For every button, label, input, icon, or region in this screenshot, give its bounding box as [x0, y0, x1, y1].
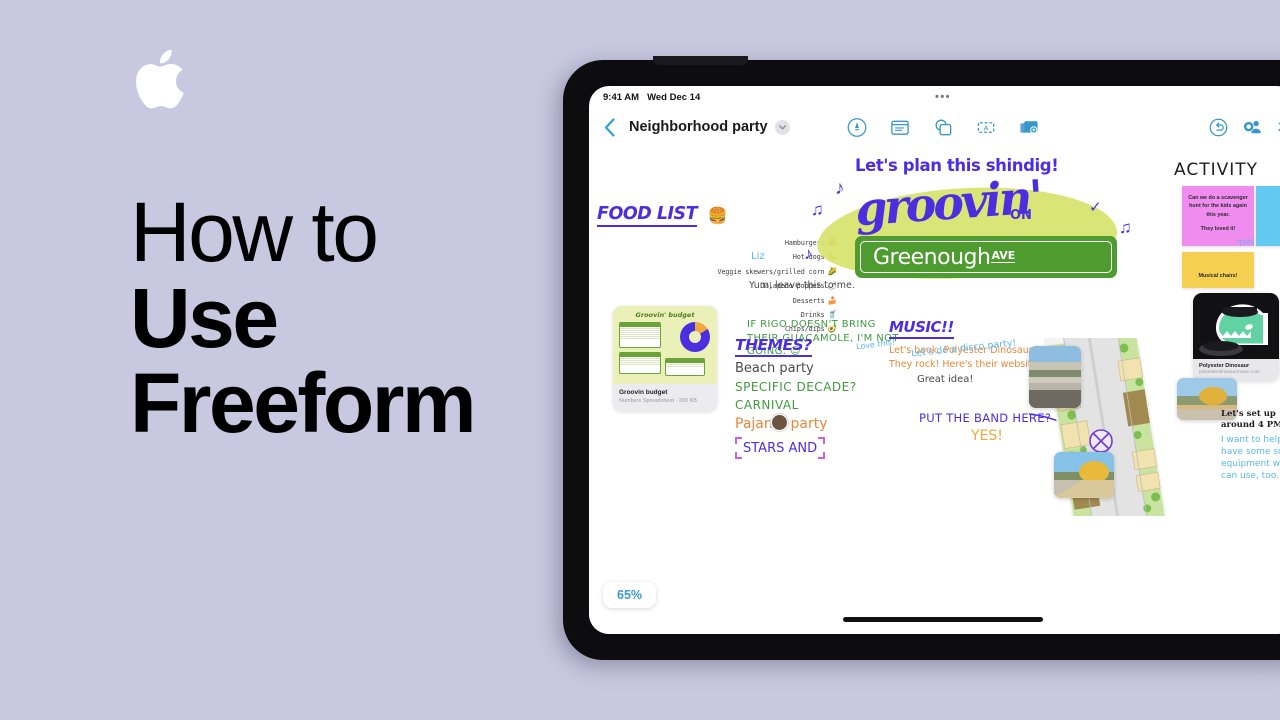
sticky-note[interactable]: [1256, 186, 1280, 246]
file-card-title: Groovin budget: [619, 389, 668, 396]
selection-handle[interactable]: [818, 437, 826, 444]
groovin-hero-group[interactable]: Let's plan this shindig! groovin' ON Gre…: [804, 156, 1137, 306]
theme-item[interactable]: SPECIFIC DECADE?: [735, 380, 935, 394]
toolbar-center-tools: A: [847, 117, 1040, 138]
theme-item[interactable]: Beach party: [735, 361, 935, 376]
sticky-note[interactable]: Can we do a scavenger hunt for the kids …: [1182, 186, 1254, 246]
status-time: 9:41 AM: [603, 91, 640, 103]
food-list-heading: FOOD LIST: [597, 204, 698, 227]
budget-preview: Groovin' budget: [613, 306, 717, 384]
theme-item[interactable]: CARNIVAL: [735, 398, 935, 412]
promo-line-3: Freeform: [130, 356, 477, 451]
list-item: Veggie skewers/grilled corn 🌽: [597, 265, 837, 279]
music-note-icon: ♪: [835, 178, 845, 199]
status-bar: 9:41 AM Wed Dec 14 •••: [589, 86, 1280, 108]
hero-on-label: ON: [1010, 208, 1032, 223]
photo-thumbnail[interactable]: [1054, 452, 1114, 498]
sticky-note[interactable]: Musical chairs!: [1182, 252, 1254, 289]
selected-theme-item[interactable]: STARS AND: [735, 437, 826, 459]
collaborate-icon[interactable]: [1243, 117, 1264, 138]
pen-tool-icon[interactable]: [847, 117, 868, 138]
svg-text:A: A: [983, 123, 989, 132]
selection-handle[interactable]: [735, 452, 742, 459]
music-note-icon: ♫: [811, 200, 824, 219]
text-box-icon[interactable]: A: [976, 117, 997, 138]
annotation-this[interactable]: This: [1237, 237, 1255, 249]
insert-media-icon[interactable]: [1019, 117, 1040, 138]
selection-handle[interactable]: [818, 452, 826, 459]
sticky-note-text: Can we do a scavenger hunt for the kids …: [1188, 195, 1248, 218]
checkmark-icon: ✓: [1089, 199, 1102, 216]
document-title[interactable]: Neighborhood party: [629, 119, 768, 135]
dino-artwork: [1193, 293, 1279, 359]
chevron-down-icon[interactable]: [774, 119, 790, 135]
sticky-note-text-2: They loved it!: [1200, 226, 1236, 233]
shapes-icon[interactable]: [933, 117, 954, 138]
file-card-groovin-budget[interactable]: Groovin' budget Groovin budget Numbers S…: [613, 306, 717, 411]
ipad-device: 9:41 AM Wed Dec 14 ••• Neighborhood part…: [563, 56, 1280, 660]
app-toolbar: Neighborhood party A: [589, 108, 1280, 146]
file-card-subtitle: Numbers Spreadsheet · 200 KB: [619, 397, 697, 404]
annotation-yes[interactable]: YES!: [971, 428, 1003, 444]
ipad-notch: [653, 56, 748, 65]
food-list-heading-row: FOOD LIST 🍔: [597, 204, 837, 227]
status-dots: •••: [934, 91, 952, 103]
apple-logo-icon: [136, 49, 184, 109]
status-date: Wed Dec 14: [647, 91, 701, 103]
toolbar-right-tools: 2: [1208, 117, 1280, 138]
ipad-screen: 9:41 AM Wed Dec 14 ••• Neighborhood part…: [589, 86, 1280, 634]
activity-group[interactable]: ACTIVITY Can we do a scavenger hunt for …: [1174, 160, 1280, 289]
avatar: [771, 414, 788, 431]
link-card-title: Polyester Dinosaur: [1199, 363, 1250, 369]
zoom-level-button[interactable]: 65%: [603, 582, 657, 608]
sticky-note-text: Musical chairs!: [1198, 273, 1238, 279]
photo-thumbnail[interactable]: [1029, 346, 1081, 408]
budget-preview-title: Groovin' budget: [635, 311, 695, 319]
sticky-note-icon[interactable]: [890, 117, 911, 138]
page-title: How to Use Freeform: [130, 185, 550, 451]
annotation-setup-time[interactable]: Let's set up around 4 PM.: [1221, 409, 1280, 431]
mini-table: [619, 352, 661, 374]
street-name: Greenough: [873, 244, 991, 270]
themes-group[interactable]: THEMES? Beach party SPECIFIC DECADE? CAR…: [735, 336, 935, 459]
street-sign: Greenough AVE: [855, 236, 1117, 278]
music-note-icon: ♪: [804, 244, 813, 263]
band-marker: [1089, 429, 1113, 453]
file-card-meta: Groovin budget Numbers Spreadsheet · 200…: [613, 384, 717, 411]
freeform-canvas[interactable]: FOOD LIST 🍔 Hamburgers🍔 Hot dogs🌭 Veggie…: [589, 146, 1280, 634]
undo-icon[interactable]: [1208, 117, 1229, 138]
theme-item-label: STARS AND: [743, 441, 818, 456]
themes-heading: THEMES?: [735, 336, 812, 357]
street-suffix: AVE: [991, 249, 1016, 263]
annotation-equipment[interactable]: I want to help! I have some sound equipm…: [1221, 434, 1280, 483]
home-indicator[interactable]: [843, 617, 1043, 622]
music-note-icon: ♫: [1119, 218, 1132, 237]
link-card-url: polyesterdinosaurmusic.com: [1199, 370, 1260, 375]
list-item: Hot dogs🌭: [597, 250, 837, 264]
donut-chart: [680, 322, 710, 352]
list-item: Hamburgers🍔: [597, 236, 837, 250]
back-button[interactable]: [599, 116, 619, 138]
street-sign-inner: Greenough AVE: [860, 241, 1112, 273]
annotation-liz[interactable]: Liz: [751, 251, 765, 264]
hamburger-icon: 🍔: [707, 208, 728, 225]
mini-table: [665, 358, 705, 376]
link-card-polyester-dinosaur[interactable]: Polyester Dinosaur polyesterdinosaurmusi…: [1193, 293, 1279, 381]
promo-panel: How to Use Freeform: [0, 0, 560, 720]
theme-item[interactable]: Pajama party: [735, 414, 935, 432]
promo-line-1: How to: [130, 185, 379, 279]
selection-handle[interactable]: [735, 437, 742, 444]
promo-line-2: Use: [130, 270, 279, 365]
activity-heading: ACTIVITY: [1174, 160, 1259, 180]
mini-table: [619, 322, 661, 348]
